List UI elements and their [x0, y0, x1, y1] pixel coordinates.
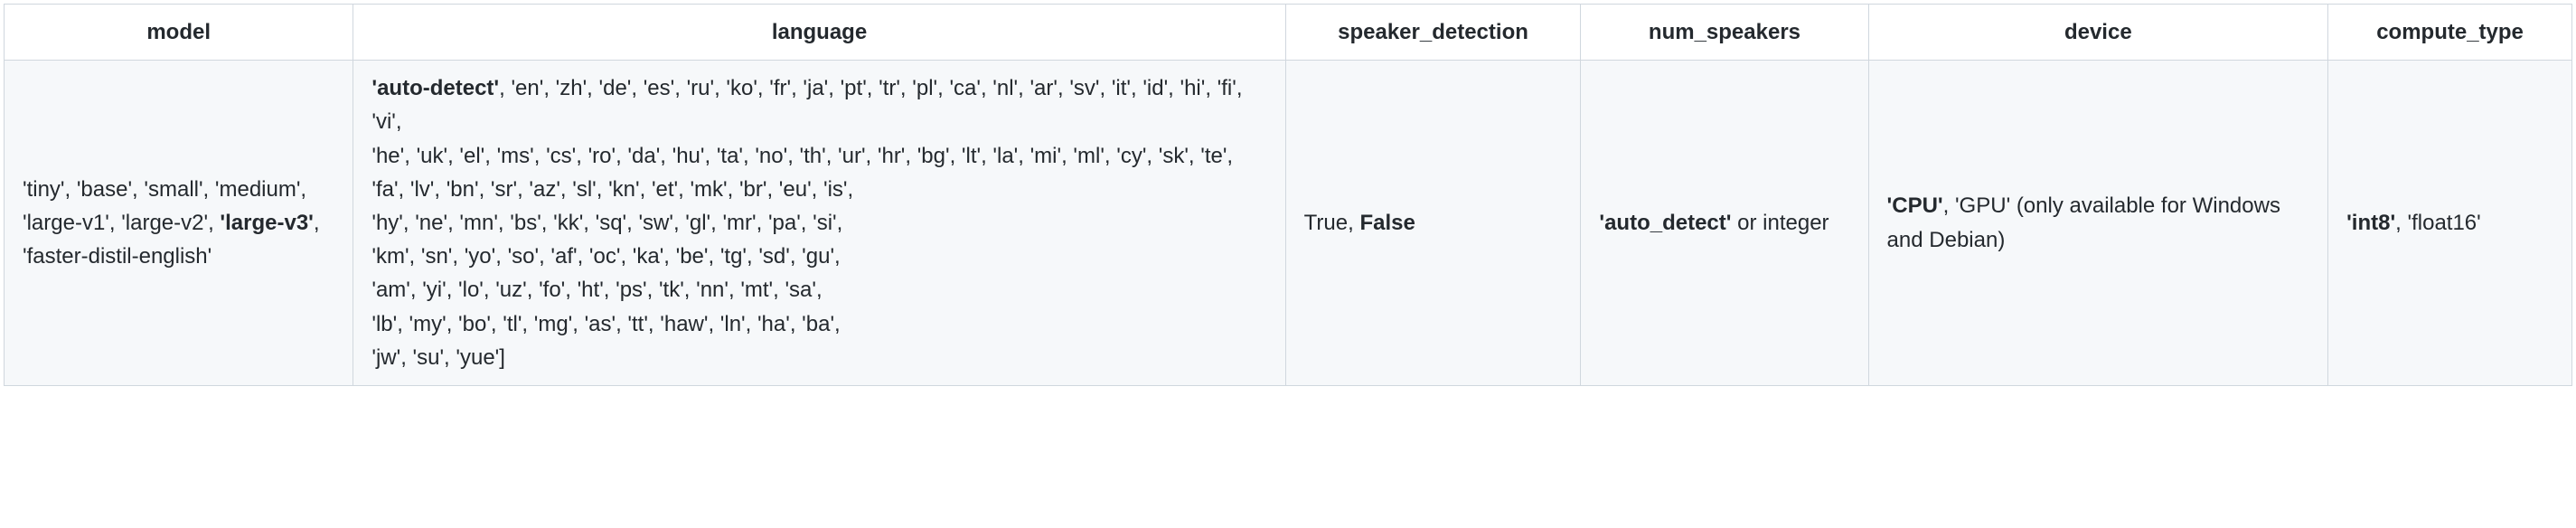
header-speaker-detection: speaker_detection — [1285, 5, 1581, 61]
parameters-table: model language speaker_detection num_spe… — [4, 4, 2572, 386]
header-num-speakers: num_speakers — [1581, 5, 1868, 61]
header-language: language — [353, 5, 1285, 61]
header-device: device — [1868, 5, 2328, 61]
header-model: model — [5, 5, 353, 61]
header-compute-type: compute_type — [2328, 5, 2572, 61]
cell-model: 'tiny', 'base', 'small', 'medium', 'larg… — [5, 61, 353, 386]
cell-speaker-detection: True, False — [1285, 61, 1581, 386]
cell-num-speakers: 'auto_detect' or integer — [1581, 61, 1868, 386]
cell-language: 'auto-detect', 'en', 'zh', 'de', 'es', '… — [353, 61, 1285, 386]
header-row: model language speaker_detection num_spe… — [5, 5, 2572, 61]
table-row: 'tiny', 'base', 'small', 'medium', 'larg… — [5, 61, 2572, 386]
cell-device: 'CPU', 'GPU' (only available for Windows… — [1868, 61, 2328, 386]
cell-compute-type: 'int8', 'float16' — [2328, 61, 2572, 386]
